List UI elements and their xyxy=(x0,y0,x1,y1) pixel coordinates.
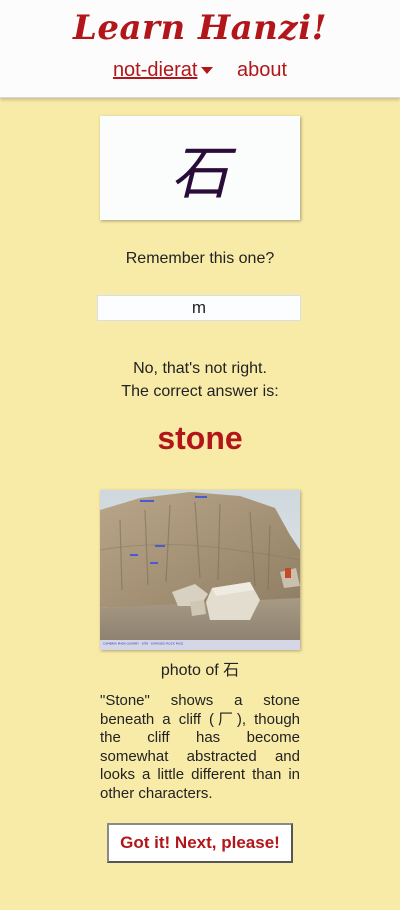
hanzi-character: 石 xyxy=(170,139,229,207)
photo-caption: photo of 石 xyxy=(160,662,240,679)
user-menu-dropdown[interactable]: not-dierat xyxy=(113,59,214,82)
feedback-text: No, that's not right. The correct answer… xyxy=(0,357,400,403)
character-card: 石 xyxy=(100,116,300,220)
photo-fine-print: CAMBRIA MAIN QUARRY · SITE · EXPOSED ROC… xyxy=(103,642,183,646)
caret-down-icon xyxy=(201,67,214,75)
quarry-photo-image: CAMBRIA MAIN QUARRY · SITE · EXPOSED ROC… xyxy=(100,490,300,650)
feedback-line-2: The correct answer is: xyxy=(121,383,279,400)
next-button[interactable]: Got it! Next, please! xyxy=(107,823,293,863)
about-link[interactable]: about xyxy=(237,59,287,82)
correct-answer: stone xyxy=(157,420,243,456)
mnemonic-explanation: "Stone" shows a stone beneath a cliff (厂… xyxy=(100,692,300,802)
quiz-prompt: Remember this one? xyxy=(125,250,275,267)
app-title: Learn Hanzi! xyxy=(72,8,328,48)
feedback-line-1: No, that's not right. xyxy=(133,360,267,377)
answer-input[interactable] xyxy=(97,295,301,321)
user-menu-label: not-dierat xyxy=(112,59,198,81)
top-header: Learn Hanzi! not-dierat about xyxy=(0,0,400,98)
stone-photo: CAMBRIA MAIN QUARRY · SITE · EXPOSED ROC… xyxy=(100,490,300,650)
nav-bar: not-dierat about xyxy=(0,59,400,82)
